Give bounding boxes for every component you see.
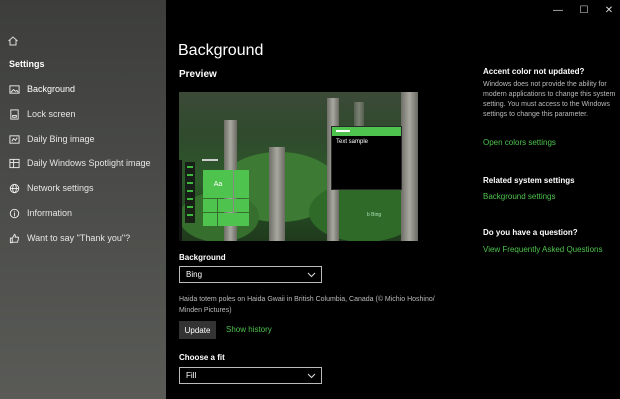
preview-tile-label: Aa bbox=[203, 170, 233, 198]
sidebar-item-label: Daily Bing image bbox=[27, 134, 95, 144]
sidebar-item-lock-screen[interactable]: Lock screen bbox=[0, 103, 166, 125]
background-settings-link[interactable]: Background settings bbox=[483, 192, 556, 201]
fit-label: Choose a fit bbox=[179, 353, 225, 362]
sidebar-item-label: Want to say "Thank you"? bbox=[27, 233, 131, 243]
show-history-link[interactable]: Show history bbox=[226, 325, 272, 334]
chevron-down-icon bbox=[307, 371, 316, 380]
minimize-button[interactable]: — bbox=[552, 4, 564, 16]
image-icon bbox=[8, 83, 20, 95]
bing-image-icon bbox=[8, 133, 20, 145]
sidebar-title: Settings bbox=[9, 59, 45, 69]
image-caption: Haida totem poles on Haida Gwaii in Brit… bbox=[179, 296, 435, 314]
sidebar-item-background[interactable]: Background bbox=[0, 78, 166, 100]
preview-watermark: b Bing bbox=[367, 212, 382, 218]
sidebar-item-label: Network settings bbox=[27, 183, 94, 193]
info-icon bbox=[8, 207, 20, 219]
sidebar: Settings Background Lock screen Daily Bi… bbox=[0, 0, 166, 399]
faq-link[interactable]: View Frequently Asked Questions bbox=[483, 245, 602, 254]
fit-dropdown[interactable]: Fill bbox=[179, 367, 322, 384]
home-icon[interactable] bbox=[7, 34, 19, 46]
sidebar-item-information[interactable]: Information bbox=[0, 202, 166, 224]
update-button[interactable]: Update bbox=[179, 321, 216, 339]
fit-dropdown-value: Fill bbox=[186, 371, 197, 380]
related-settings-heading: Related system settings bbox=[483, 176, 575, 185]
background-dropdown[interactable]: Bing bbox=[179, 266, 322, 283]
preview-tiles: Aa bbox=[203, 170, 249, 228]
preview-heading: Preview bbox=[179, 69, 217, 80]
page-title: Background bbox=[178, 42, 264, 59]
spotlight-image-icon bbox=[8, 157, 20, 169]
question-heading: Do you have a question? bbox=[483, 228, 578, 237]
sidebar-item-spotlight[interactable]: Daily Windows Spotlight image bbox=[0, 152, 166, 174]
background-label: Background bbox=[179, 253, 226, 262]
sidebar-item-thank-you[interactable]: Want to say "Thank you"? bbox=[0, 227, 166, 249]
sidebar-item-label: Daily Windows Spotlight image bbox=[27, 158, 151, 168]
lock-screen-icon bbox=[8, 108, 20, 120]
sidebar-item-network[interactable]: Network settings bbox=[0, 177, 166, 199]
sidebar-item-label: Background bbox=[27, 84, 76, 94]
background-dropdown-value: Bing bbox=[186, 270, 203, 279]
globe-icon bbox=[8, 182, 20, 194]
chevron-down-icon bbox=[307, 270, 316, 279]
preview-window-text: Text sample bbox=[336, 139, 369, 145]
accent-heading: Accent color not updated? bbox=[483, 67, 585, 76]
thumbs-up-icon bbox=[8, 232, 20, 244]
preview-window: Text sample bbox=[331, 126, 402, 190]
background-preview: Aa Text sample b Bing bbox=[179, 92, 418, 241]
sidebar-item-label: Lock screen bbox=[27, 109, 76, 119]
close-button[interactable]: ✕ bbox=[603, 4, 615, 16]
maximize-button[interactable]: ☐ bbox=[578, 4, 590, 16]
main-content: — ☐ ✕ Background Preview Aa Text sample … bbox=[166, 0, 620, 399]
open-colors-link[interactable]: Open colors settings bbox=[483, 138, 556, 147]
sidebar-item-daily-bing[interactable]: Daily Bing image bbox=[0, 128, 166, 150]
accent-text: Windows does not provide the ability for… bbox=[483, 81, 616, 118]
sidebar-item-label: Information bbox=[27, 208, 73, 218]
